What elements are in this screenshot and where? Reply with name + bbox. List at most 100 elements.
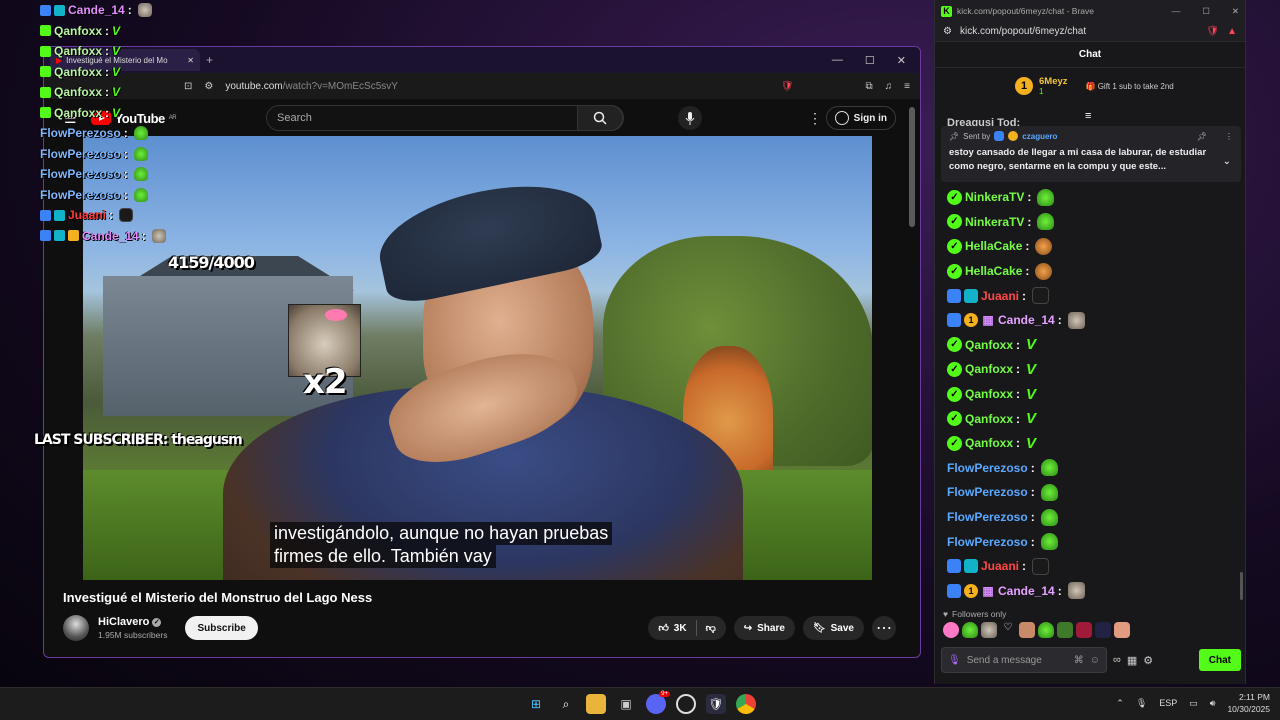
pinned-message[interactable]: 📌︎ Sent by czaguero 📌︎ ⋮ estoy cansado d…	[941, 126, 1241, 182]
chat-username[interactable]: Cande_14	[998, 584, 1055, 598]
chat-filter-icon[interactable]: ≡	[1085, 110, 1091, 122]
chat-username[interactable]: Juaani	[981, 289, 1019, 303]
site-settings-icon[interactable]: ⚙	[943, 26, 952, 37]
chat-username[interactable]: Cande_14	[998, 313, 1055, 327]
chat-username[interactable]: HellaCake	[965, 264, 1022, 278]
system-clock[interactable]: 2:11 PM 10/30/2025	[1227, 691, 1270, 715]
maximize-icon[interactable]: ☐	[865, 54, 875, 67]
minimize-icon[interactable]: —	[832, 54, 843, 67]
more-options-icon[interactable]: ⋮	[808, 110, 822, 127]
chat-message[interactable]: ✓ Qanfoxx: V	[947, 406, 1237, 431]
microphone-icon[interactable]: 🎙︎	[1136, 698, 1147, 709]
chat-message[interactable]: Juaani:	[947, 554, 1237, 579]
menu-icon[interactable]: ≡	[904, 81, 910, 92]
chat-username[interactable]: Qanfoxx	[965, 412, 1013, 426]
chat-username[interactable]: Juaani	[981, 559, 1019, 573]
emote-face[interactable]	[1019, 622, 1035, 638]
store-icon[interactable]: ▦	[1127, 654, 1137, 667]
chat-message[interactable]: 1 ▦ Cande_14:	[947, 579, 1237, 604]
close-window-icon[interactable]: ✕	[1232, 6, 1239, 17]
browser-tab[interactable]: ▶ Investigué el Misterio del Mo ✕	[50, 49, 200, 71]
top-gifter-name[interactable]: 6Meyz	[1039, 76, 1068, 87]
brave-icon[interactable]: 🛡	[706, 694, 726, 714]
minimize-icon[interactable]: —	[1172, 6, 1181, 17]
chat-message[interactable]: FlowPerezoso:	[947, 480, 1237, 505]
chat-message[interactable]: ✓ Qanfoxx: V	[947, 431, 1237, 456]
chat-message[interactable]: ✓ HellaCake:	[947, 259, 1237, 284]
chat-message[interactable]: Juaani:	[947, 283, 1237, 308]
brave-rewards-icon[interactable]: ▲	[1227, 26, 1237, 37]
chat-username[interactable]: Qanfoxx	[965, 362, 1013, 376]
new-tab-button[interactable]: +	[206, 53, 213, 67]
chat-username[interactable]: Qanfoxx	[965, 436, 1013, 450]
brave-shield-icon[interactable]: 🛡	[1206, 26, 1219, 37]
site-settings-icon[interactable]: ⚙	[204, 81, 213, 92]
emote-cat[interactable]	[981, 622, 997, 638]
emote-heart[interactable]: ♡	[1000, 622, 1016, 638]
url-field[interactable]: youtube.com/watch?v=MOmEcSc5svY	[225, 81, 768, 92]
chat-message[interactable]: ✓ Qanfoxx: V	[947, 357, 1237, 382]
chat-message[interactable]: FlowPerezoso:	[947, 529, 1237, 554]
bookmark-icon[interactable]: ⊡	[184, 81, 192, 92]
emote-green[interactable]	[962, 622, 978, 638]
save-button[interactable]: 🔖︎ Save	[802, 616, 864, 640]
chat-message[interactable]: ✓ HellaCake:	[947, 234, 1237, 259]
voice-search-button[interactable]	[678, 106, 702, 130]
start-menu-icon[interactable]: ⊞	[526, 694, 546, 714]
chat-message[interactable]: FlowPerezoso:	[947, 456, 1237, 481]
chat-username[interactable]: FlowPerezoso	[947, 485, 1028, 499]
extensions-icon[interactable]: ⧉	[866, 81, 873, 92]
chat-message[interactable]: FlowPerezoso:	[947, 505, 1237, 530]
chevron-up-icon[interactable]: ⌃	[1116, 698, 1124, 709]
gift-sub-prompt[interactable]: 🎁 Gift 1 sub to take 2nd	[1086, 82, 1174, 91]
brave-shield-icon[interactable]: 🛡	[781, 81, 794, 92]
subscribe-button[interactable]: Subscribe	[185, 616, 258, 640]
chat-message[interactable]: 1 ▦ Cande_14:	[947, 308, 1237, 333]
emote-slash[interactable]	[1095, 622, 1111, 638]
chat-username[interactable]: HellaCake	[965, 239, 1022, 253]
emote-face-2[interactable]	[1114, 622, 1130, 638]
close-tab-icon[interactable]: ✕	[187, 56, 194, 65]
chat-username[interactable]: FlowPerezoso	[947, 510, 1028, 524]
youtube-logo[interactable]: YouTube AR	[90, 111, 177, 126]
kicks-icon[interactable]: ∞	[1113, 654, 1121, 666]
store-icon[interactable]: ▣	[616, 694, 636, 714]
video-player[interactable]: 4159/4000 x2 investigándolo, aunque no h…	[83, 136, 872, 580]
chat-message[interactable]: ✓ Qanfoxx: V	[947, 382, 1237, 407]
music-icon[interactable]: ♫	[885, 81, 893, 92]
chat-username[interactable]: FlowPerezoso	[947, 461, 1028, 475]
chat-username[interactable]: NinkeraTV	[965, 190, 1024, 204]
emoji-icon[interactable]: ☺	[1090, 655, 1100, 666]
channel-name[interactable]: HiClavero	[98, 616, 149, 628]
network-icon[interactable]: ▭	[1189, 698, 1198, 709]
maximize-icon[interactable]: ☐	[1202, 6, 1210, 17]
chat-scrollbar[interactable]	[1240, 572, 1243, 600]
chat-message[interactable]: ✓ Qanfoxx: V	[947, 333, 1237, 358]
chat-username[interactable]: NinkeraTV	[965, 215, 1024, 229]
chat-username[interactable]: Qanfoxx	[965, 338, 1013, 352]
chat-message[interactable]: ✓ NinkeraTV:	[947, 185, 1237, 210]
app-icon[interactable]	[676, 694, 696, 714]
chat-username[interactable]: Qanfoxx	[965, 387, 1013, 401]
share-button[interactable]: ↪ Share	[733, 616, 795, 640]
chat-message[interactable]: ✓ NinkeraTV:	[947, 210, 1237, 235]
chat-message-input[interactable]: 🎙︎ Send a message ⌘ ☺	[941, 647, 1107, 673]
kick-url[interactable]: kick.com/popout/6meyz/chat	[960, 26, 1086, 37]
unpin-icon[interactable]: 📌︎	[1197, 132, 1207, 141]
search-icon[interactable]: ⌕	[556, 694, 576, 714]
like-button[interactable]: 👍︎ 3K	[658, 622, 686, 635]
expand-chevron-icon[interactable]: ⌄	[1223, 156, 1231, 167]
close-window-icon[interactable]: ✕	[897, 54, 906, 67]
emote-frog[interactable]	[1057, 622, 1073, 638]
send-chat-button[interactable]: Chat	[1198, 649, 1241, 671]
emote-red[interactable]	[1076, 622, 1092, 638]
chat-username[interactable]: FlowPerezoso	[947, 535, 1028, 549]
emote-green-2[interactable]	[1038, 622, 1054, 638]
search-input[interactable]: Search	[266, 105, 624, 131]
thumbs-down-icon[interactable]: 👎︎	[706, 622, 716, 634]
pinned-options-icon[interactable]: ⋮	[1225, 132, 1233, 141]
language-indicator[interactable]: ESP	[1159, 698, 1177, 708]
discord-icon[interactable]: 9+	[646, 691, 670, 714]
page-scrollbar[interactable]	[908, 105, 916, 645]
search-button[interactable]	[577, 105, 623, 131]
